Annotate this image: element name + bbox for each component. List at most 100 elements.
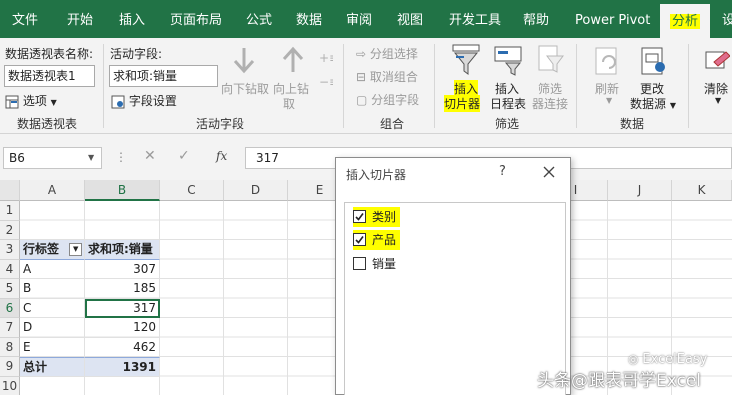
row-header[interactable]: 5 xyxy=(0,279,20,299)
close-icon xyxy=(543,166,555,178)
field-item-category[interactable]: 类别 xyxy=(353,207,401,227)
change-source-label-2: 数据源 xyxy=(630,97,667,111)
tab-analyze[interactable]: 分析 xyxy=(660,4,711,38)
insert-timeline-button[interactable]: 日程表 xyxy=(490,95,526,112)
row-header[interactable]: 2 xyxy=(0,220,20,240)
group-field-button[interactable]: ▢ 分组字段 xyxy=(356,91,419,108)
ungroup-button[interactable]: ⊟ 取消组合 xyxy=(356,68,418,85)
row-header[interactable]: 7 xyxy=(0,318,20,338)
change-source-button[interactable]: 数据源 ▼ xyxy=(630,95,676,112)
ribbon-separator xyxy=(576,44,577,128)
field-item-product[interactable]: 产品 xyxy=(353,230,401,250)
refresh-dropdown-icon[interactable]: ▼ xyxy=(606,96,612,105)
tab-design[interactable]: 设 xyxy=(722,0,732,38)
tab-data[interactable]: 数据 xyxy=(296,0,322,38)
pivot-name-input[interactable]: 数据透视表1 xyxy=(4,65,95,87)
column-header[interactable]: K xyxy=(672,180,732,201)
active-field-input[interactable]: 求和项:销量 xyxy=(109,65,218,87)
pivot-row-value[interactable]: 185 xyxy=(85,279,160,299)
ribbon-separator xyxy=(688,44,689,128)
tab-page-layout[interactable]: 页面布局 xyxy=(170,0,222,38)
tab-review[interactable]: 审阅 xyxy=(346,0,372,38)
clear-button[interactable]: 清除 xyxy=(704,80,728,97)
formula-buttons: ✕ ✓ fx xyxy=(134,147,244,169)
tab-power-pivot[interactable]: Power Pivot xyxy=(575,0,650,38)
row-header[interactable]: 10 xyxy=(0,376,20,395)
row-header[interactable]: 6 xyxy=(0,298,20,318)
expand-field-icon[interactable]: +≡ xyxy=(317,50,339,69)
checkbox-checked-icon[interactable] xyxy=(353,210,366,223)
arrow-down-icon xyxy=(231,46,257,77)
pivot-row-label[interactable]: A xyxy=(20,259,85,279)
pivot-row-label[interactable]: B xyxy=(20,279,85,299)
column-header[interactable]: J xyxy=(608,180,672,201)
options-label: 选项 xyxy=(22,94,47,108)
svg-text:+≡: +≡ xyxy=(319,51,333,65)
tab-file[interactable]: 文件 xyxy=(12,0,38,38)
ribbon-separator xyxy=(343,44,344,128)
field-label: 类别 xyxy=(372,210,397,224)
collapse-field-icon[interactable]: −≡ xyxy=(317,74,339,93)
pivot-row-label[interactable]: C xyxy=(20,298,85,318)
row-header[interactable]: 8 xyxy=(0,337,20,357)
checkbox-checked-icon[interactable] xyxy=(353,233,366,246)
watermark-author: 头条@跟表哥学Excel xyxy=(537,371,702,391)
tab-developer[interactable]: 开发工具 xyxy=(449,0,501,38)
change-source-dropdown-icon: ▼ xyxy=(669,101,676,110)
pivot-values-header[interactable]: 求和项:销量 xyxy=(85,240,160,260)
pivot-row-label[interactable]: E xyxy=(20,337,85,357)
insert-slicer-dialog: 插入切片器 ? 类别 产品 销量 xyxy=(335,157,571,395)
options-dropdown-icon: ▼ xyxy=(50,98,57,107)
tab-view[interactable]: 视图 xyxy=(397,0,423,38)
arrow-up-icon xyxy=(280,46,306,77)
tab-insert[interactable]: 插入 xyxy=(119,0,145,38)
filter-connections-button[interactable]: 器连接 xyxy=(532,95,568,112)
column-header[interactable]: C xyxy=(160,180,224,201)
tab-analyze-label: 分析 xyxy=(670,14,701,29)
group-selection-button[interactable]: ⇨ 分组选择 xyxy=(356,45,418,62)
options-button[interactable]: 选项 ▼ xyxy=(5,92,57,109)
row-header[interactable]: 3 xyxy=(0,240,20,260)
name-box-dropdown-icon[interactable]: ▼ xyxy=(88,153,94,162)
ungroup-label: 取消组合 xyxy=(369,70,418,84)
tab-help[interactable]: 帮助 xyxy=(523,0,549,38)
row-header[interactable]: 1 xyxy=(0,201,20,221)
column-header[interactable]: B xyxy=(85,180,160,201)
pivot-row-value[interactable]: 462 xyxy=(85,337,160,357)
insert-function-icon[interactable]: fx xyxy=(216,149,227,163)
group-label-pivottable: 数据透视表 xyxy=(17,117,78,131)
close-button[interactable] xyxy=(539,162,559,182)
refresh-button[interactable]: 刷新 xyxy=(595,80,619,97)
pivot-row-label[interactable]: D xyxy=(20,318,85,338)
pivot-row-value[interactable]: 307 xyxy=(85,259,160,279)
pivot-total-value[interactable]: 1391 xyxy=(85,357,160,377)
column-header[interactable]: A xyxy=(20,180,85,201)
confirm-icon[interactable]: ✓ xyxy=(178,148,190,164)
drill-down-button[interactable]: 向下钻取 xyxy=(221,80,269,97)
insert-slicer-button[interactable]: 切片器 xyxy=(444,95,481,112)
ribbon-tab-bar: 文件 开始 插入 页面布局 公式 数据 审阅 视图 开发工具 帮助 Power … xyxy=(0,0,732,38)
select-all-corner[interactable] xyxy=(0,180,20,201)
row-header[interactable]: 9 xyxy=(0,357,20,377)
field-item-sales[interactable]: 销量 xyxy=(353,254,396,274)
pivot-row-value-selected[interactable]: 317 xyxy=(85,298,160,318)
tab-formulas[interactable]: 公式 xyxy=(246,0,272,38)
formula-bar-grip-icon: ⋮ xyxy=(115,150,127,164)
clear-dropdown-icon[interactable]: ▼ xyxy=(715,96,721,105)
pivot-total-label[interactable]: 总计 xyxy=(20,357,85,377)
column-header[interactable]: D xyxy=(224,180,288,201)
checkbox-unchecked-icon[interactable] xyxy=(353,257,366,270)
field-settings-button[interactable]: 字段设置 xyxy=(111,92,177,109)
row-header[interactable]: 4 xyxy=(0,259,20,279)
pivot-name-label: 数据透视表名称: xyxy=(5,47,94,61)
help-button[interactable]: ? xyxy=(499,164,506,179)
change-source-icon xyxy=(640,46,668,79)
pivot-row-labels-header[interactable]: 行标签 ▼ xyxy=(20,240,85,260)
group-label-active-field: 活动字段 xyxy=(196,117,245,131)
group-selection-label: 分组选择 xyxy=(369,47,418,61)
cancel-icon[interactable]: ✕ xyxy=(144,148,156,164)
tab-home[interactable]: 开始 xyxy=(67,0,93,38)
slicer-icon xyxy=(452,44,480,79)
pivot-row-value[interactable]: 120 xyxy=(85,318,160,338)
filter-dropdown-icon[interactable]: ▼ xyxy=(69,243,83,256)
